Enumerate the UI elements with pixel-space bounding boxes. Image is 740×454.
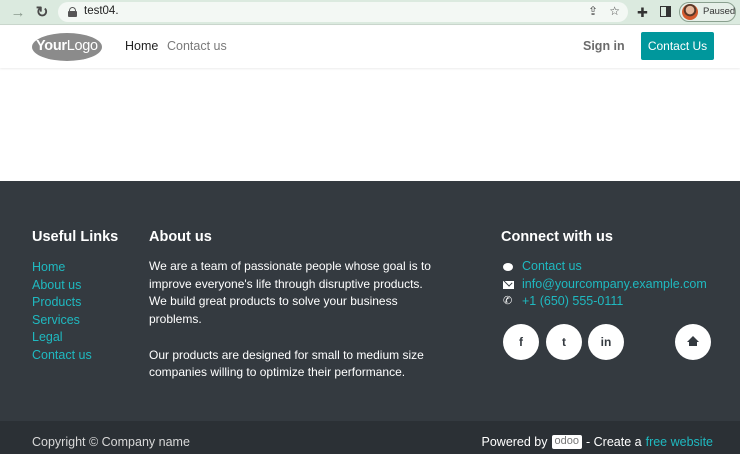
profile-button[interactable]: Paused (679, 2, 736, 22)
footer-link-home[interactable]: Home (32, 259, 92, 277)
connect-title: Connect with us (501, 229, 613, 245)
linkedin-icon[interactable]: in (588, 324, 624, 360)
footer-link-about-us[interactable]: About us (32, 277, 92, 295)
powered-by: Powered by odoo - Create a free website (481, 435, 713, 449)
about-us-title: About us (149, 229, 212, 245)
facebook-icon[interactable]: f (503, 324, 539, 360)
useful-links-title: Useful Links (32, 229, 119, 245)
share-icon[interactable]: ⇪ (588, 4, 598, 18)
contact-item[interactable]: Contact us (501, 258, 707, 276)
contact-us-button[interactable]: Contact Us (641, 32, 714, 60)
nav-contact-us[interactable]: Contact us (167, 39, 227, 53)
bookmark-star-icon[interactable]: ☆ (609, 4, 620, 18)
copyright-text: Copyright © Company name (32, 435, 190, 449)
avatar (682, 4, 698, 20)
address-bar[interactable]: test04. ⇪ ☆ (58, 2, 628, 22)
phone-link[interactable]: +1 (650) 555-0111 (522, 294, 623, 308)
about-paragraph-1: We are a team of passionate people whose… (149, 259, 431, 327)
nav-home[interactable]: Home (125, 39, 158, 53)
footer-link-legal[interactable]: Legal (32, 329, 92, 347)
odoo-logo[interactable]: odoo (551, 435, 582, 449)
email-item[interactable]: info@yourcompany.example.com (501, 276, 707, 294)
logo-light-text: Logo (66, 38, 98, 54)
comment-icon (503, 263, 513, 271)
email-link[interactable]: info@yourcompany.example.com (522, 277, 707, 291)
home-button[interactable] (675, 324, 711, 360)
site-logo[interactable]: YourLogo (32, 33, 102, 61)
powered-by-label: Powered by (481, 435, 548, 449)
phone-icon: ✆ (503, 295, 513, 308)
useful-links-list: Home About us Products Services Legal Co… (32, 259, 92, 365)
footer-link-services[interactable]: Services (32, 312, 92, 330)
browser-toolbar: → ↻ test04. ⇪ ☆ ✚ Paused (0, 0, 740, 25)
reload-icon[interactable]: ↻ (32, 3, 52, 21)
free-website-link[interactable]: free website (646, 435, 713, 449)
twitter-icon[interactable]: t (546, 324, 582, 360)
contact-list: Contact us info@yourcompany.example.com … (501, 258, 707, 311)
forward-arrow-icon[interactable]: → (8, 3, 28, 21)
sign-in-link[interactable]: Sign in (583, 39, 625, 53)
home-icon (687, 336, 699, 347)
about-paragraph-2: Our products are designed for small to m… (149, 347, 424, 380)
profile-status: Paused (703, 6, 736, 17)
side-panel-icon[interactable] (660, 6, 671, 17)
contact-us-link[interactable]: Contact us (522, 259, 582, 273)
logo-bold-text: Your (36, 38, 67, 54)
about-us-text: We are a team of passionate people whose… (149, 258, 439, 382)
footer: Useful Links Home About us Products Serv… (0, 181, 740, 421)
lock-icon[interactable] (68, 7, 77, 17)
url-text[interactable]: test04. (84, 5, 119, 17)
footer-link-contact-us[interactable]: Contact us (32, 347, 92, 365)
create-a-label: - Create a (586, 435, 642, 449)
envelope-icon (503, 280, 514, 289)
site-header: YourLogo Home Contact us Sign in Contact… (0, 26, 740, 68)
phone-item[interactable]: ✆ +1 (650) 555-0111 (501, 293, 707, 311)
footer-link-products[interactable]: Products (32, 294, 92, 312)
copyright-bar: Copyright © Company name Powered by odoo… (0, 421, 740, 454)
extensions-puzzle-icon[interactable]: ✚ (637, 5, 648, 21)
